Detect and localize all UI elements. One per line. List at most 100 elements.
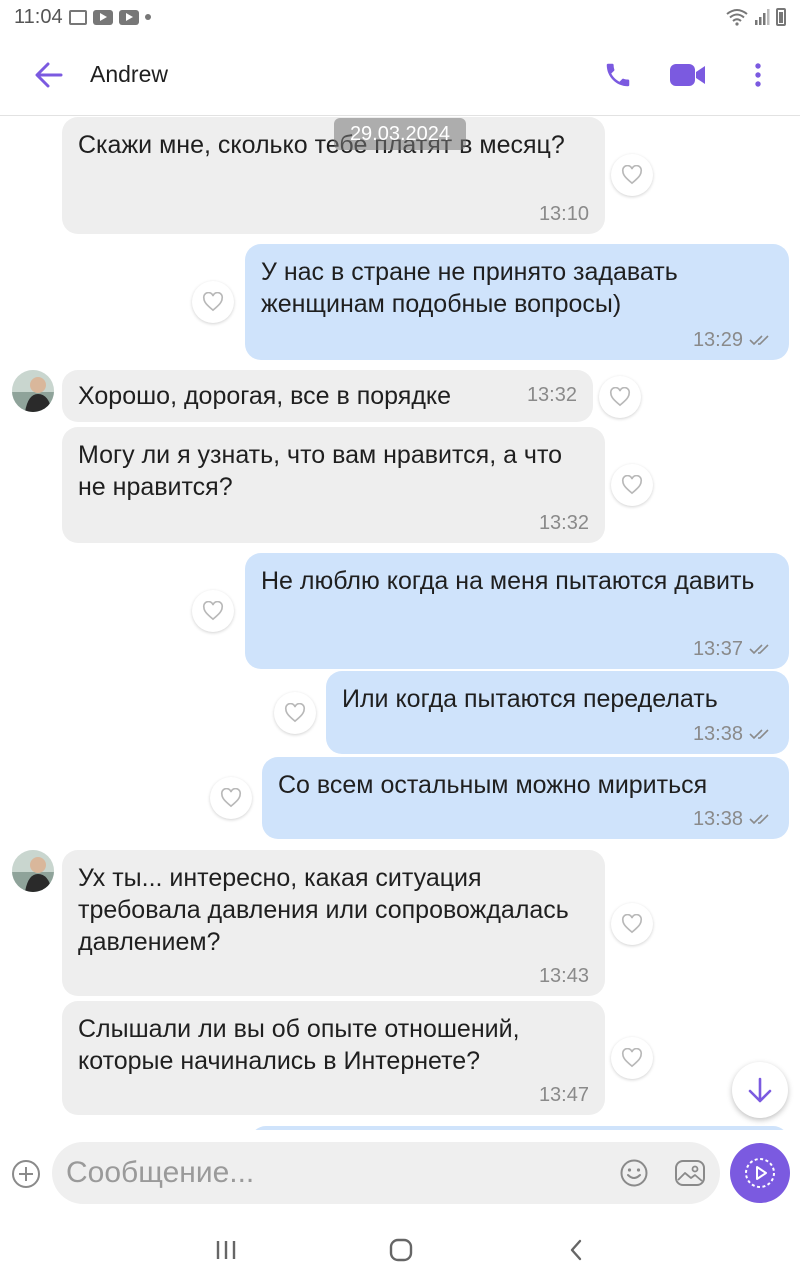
message-time: 13:38 [692, 723, 743, 745]
call-button[interactable] [590, 47, 646, 103]
message-time: 13:47 [538, 1084, 589, 1106]
wifi-icon [726, 9, 748, 26]
message-input-wrapper [52, 1142, 720, 1204]
message-time-delivered: 13:37 [693, 639, 773, 659]
youtube-notification-icon [118, 9, 139, 25]
more-vertical-icon [755, 63, 761, 87]
status-time: 11:04 [14, 5, 63, 28]
heart-outline-icon [202, 292, 224, 312]
message-time: 13:10 [538, 203, 589, 225]
attach-button[interactable] [10, 1158, 42, 1190]
like-button[interactable] [611, 464, 653, 506]
gallery-notification-icon [68, 9, 87, 25]
outgoing-message[interactable]: Не люблю когда на меня пытаются давить 1… [245, 553, 789, 669]
message-text: Не люблю когда на меня пытаются давить [261, 567, 755, 595]
like-button[interactable] [274, 692, 316, 734]
date-separator: 29.03.2024 [334, 118, 466, 150]
video-call-button[interactable] [660, 47, 716, 103]
double-check-icon [749, 644, 769, 655]
battery-icon [776, 8, 786, 26]
like-button[interactable] [599, 376, 641, 418]
more-notifications-icon [144, 14, 151, 20]
message-time-delivered: 13:38 [693, 809, 773, 829]
double-check-icon [749, 729, 769, 740]
system-navigation-bar [0, 1218, 800, 1280]
status-right [726, 8, 786, 26]
sticker-button[interactable] [616, 1155, 652, 1191]
incoming-message[interactable]: Слышали ли вы об опыте отношений, которы… [62, 1001, 605, 1115]
message-text: Могу ли я узнать, что вам нравится, а чт… [78, 441, 563, 501]
home-icon [389, 1238, 413, 1262]
message-text: Ух ты... интересно, какая ситуация требо… [78, 864, 569, 956]
message-list[interactable]: 29.03.2024 Скажи мне, сколько тебе платя… [0, 117, 800, 1130]
outgoing-message[interactable]: Со всем остальным можно мириться 13:38 [262, 757, 789, 839]
heart-outline-icon [621, 1048, 643, 1068]
message-time: 13:32 [538, 512, 589, 534]
heart-outline-icon [284, 703, 306, 723]
outgoing-message[interactable]: У нас в стране не принято задавать женщи… [245, 244, 789, 360]
send-icon [745, 1158, 775, 1188]
arrow-down-icon [748, 1077, 772, 1103]
plus-circle-icon [12, 1160, 40, 1188]
contact-name[interactable]: Andrew [90, 61, 168, 88]
gallery-button[interactable] [672, 1155, 708, 1191]
status-left: 11:04 [14, 6, 151, 29]
image-icon [675, 1160, 705, 1186]
home-button[interactable] [381, 1230, 421, 1270]
chat-header: Andrew [0, 34, 800, 116]
system-back-button[interactable] [556, 1230, 596, 1270]
heart-outline-icon [621, 165, 643, 185]
message-time: 13:32 [526, 384, 577, 406]
incoming-message[interactable]: Хорошо, дорогая, все в порядке 13:32 [62, 370, 593, 422]
scroll-to-bottom-button[interactable] [732, 1062, 788, 1118]
back-button[interactable] [18, 44, 80, 106]
arrow-left-icon [35, 62, 63, 87]
status-bar: 11:04 [0, 0, 800, 34]
like-button[interactable] [611, 1037, 653, 1079]
recent-apps-button[interactable] [206, 1230, 246, 1270]
send-button[interactable] [730, 1143, 790, 1203]
contact-photo-icon [12, 370, 54, 412]
double-check-icon [749, 335, 769, 346]
signal-icon [755, 9, 770, 25]
incoming-message[interactable]: Могу ли я узнать, что вам нравится, а чт… [62, 427, 605, 543]
smiley-icon [620, 1159, 648, 1187]
message-time-delivered: 13:38 [693, 724, 773, 744]
chevron-left-icon [570, 1239, 582, 1261]
like-button[interactable] [611, 903, 653, 945]
chat-screen: 11:04 Andrew 29.03.2024 Скажи мне, сколь… [0, 0, 800, 1280]
video-camera-icon [670, 64, 705, 86]
message-text: Или когда пытаются переделать [342, 685, 718, 713]
message-composer [0, 1130, 800, 1218]
contact-avatar[interactable] [12, 370, 54, 412]
heart-outline-icon [621, 475, 643, 495]
like-button[interactable] [611, 154, 653, 196]
message-time-delivered: 13:29 [693, 330, 773, 350]
recent-apps-icon [216, 1241, 236, 1259]
like-button[interactable] [210, 777, 252, 819]
message-text: Слышали ли вы об опыте отношений, которы… [78, 1015, 520, 1075]
double-check-icon [749, 814, 769, 825]
more-options-button[interactable] [730, 47, 786, 103]
message-time: 13:38 [692, 808, 743, 830]
heart-outline-icon [220, 788, 242, 808]
like-button[interactable] [192, 281, 234, 323]
header-actions [590, 44, 786, 106]
message-time: 13:37 [692, 638, 743, 660]
outgoing-message[interactable]: Или когда пытаются переделать 13:38 [326, 671, 789, 754]
like-button[interactable] [192, 590, 234, 632]
phone-icon [606, 63, 630, 87]
contact-avatar[interactable] [12, 850, 54, 892]
heart-outline-icon [609, 387, 631, 407]
incoming-message[interactable]: Ух ты... интересно, какая ситуация требо… [62, 850, 605, 996]
message-time: 13:43 [538, 965, 589, 987]
message-time: 13:29 [692, 329, 743, 351]
youtube-notification-icon [92, 9, 113, 25]
message-input[interactable] [66, 1142, 596, 1204]
contact-photo-icon [12, 850, 54, 892]
message-text: У нас в стране не принято задавать женщи… [261, 258, 678, 318]
message-text: Хорошо, дорогая, все в порядке [78, 382, 452, 410]
message-text: Со всем остальным можно мириться [278, 771, 708, 799]
heart-outline-icon [202, 601, 224, 621]
heart-outline-icon [621, 914, 643, 934]
